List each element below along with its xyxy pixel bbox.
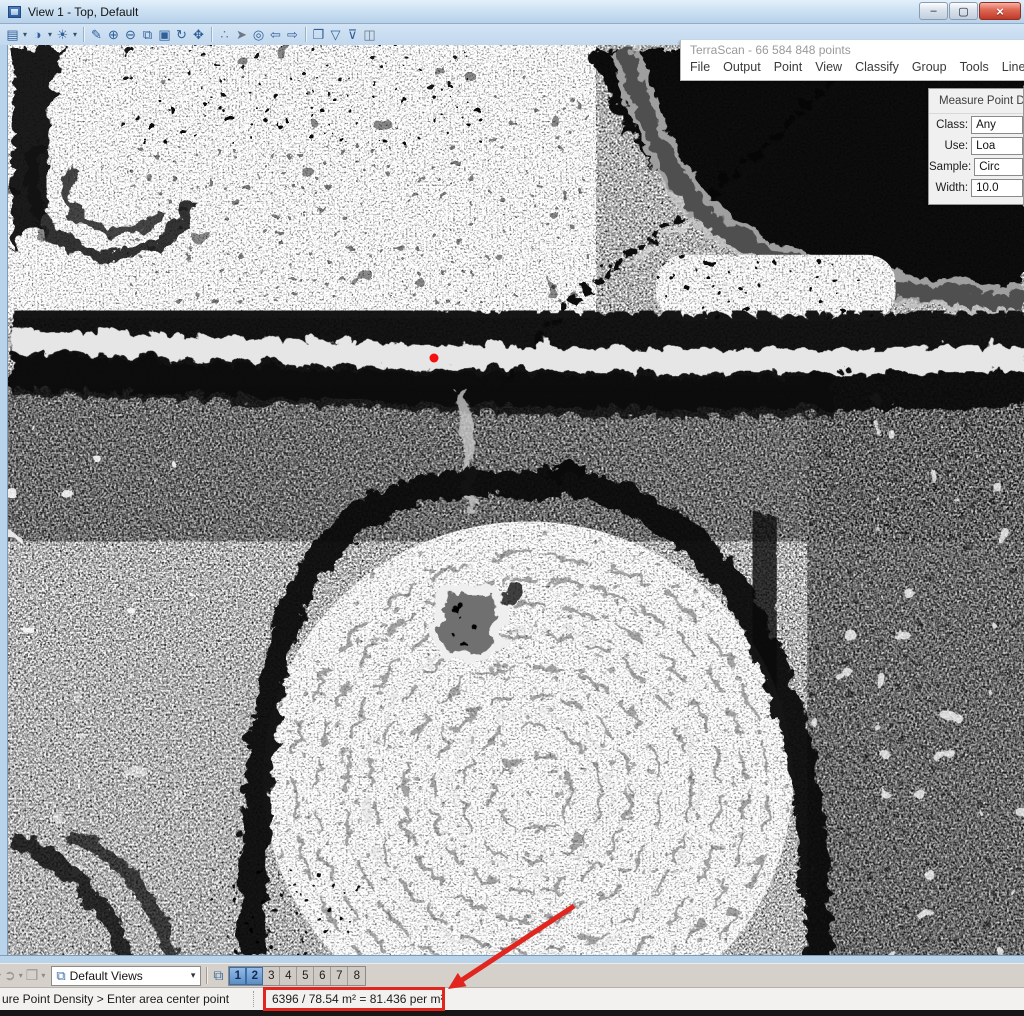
window-frame-bottom-edge (0, 1010, 1024, 1016)
menu-tools[interactable]: Tools (960, 60, 989, 74)
point-cloud-viewport[interactable] (8, 45, 1024, 955)
use-label: Use: (929, 140, 971, 152)
rotate-view-icon[interactable]: ↻ (173, 26, 190, 43)
fit-view-icon[interactable]: ▣ (156, 26, 173, 43)
terrain-image (8, 45, 1024, 955)
sample-dropdown[interactable]: Circ (974, 158, 1023, 176)
menu-classify[interactable]: Classify (855, 60, 899, 74)
view-8-button[interactable]: 8 (348, 967, 365, 985)
copy-view-icon[interactable]: ❐ (310, 26, 327, 43)
dialog-titlebar: Measure Point D (929, 89, 1023, 114)
pan-view-icon[interactable]: ✥ (190, 26, 207, 43)
status-prompt: ure Point Density > Enter area center po… (2, 992, 229, 1006)
view-groups-toolbar: ▾ ➲ ▾ ❒ ▾ ⧉ Default Views ▾ ⧉ 1 2 3 4 5 … (0, 963, 1024, 987)
window-frame-left (0, 45, 8, 955)
terrascan-menu: File Output Point View Classify Group To… (681, 57, 1024, 74)
use-dropdown[interactable]: Loa (971, 137, 1023, 155)
class-label: Class: (929, 119, 971, 131)
adjust-brightness-icon[interactable]: ☀ (54, 26, 71, 43)
clip-mask-icon[interactable]: ⊽ (344, 26, 361, 43)
menu-line[interactable]: Line (1002, 60, 1024, 74)
update-view-icon[interactable]: ✎ (88, 26, 105, 43)
dropdown-caret-icon[interactable]: ▾ (71, 30, 79, 39)
chevron-down-icon: ▾ (191, 970, 196, 981)
view-display-mode-icon[interactable]: ◑ (29, 26, 46, 43)
status-bar: ure Point Density > Enter area center po… (0, 987, 1024, 1010)
annotation-box (263, 987, 445, 1011)
view-group-select[interactable]: ⧉ Default Views ▾ (51, 966, 201, 986)
walk-icon[interactable]: ∴ (216, 26, 233, 43)
menu-point[interactable]: Point (774, 60, 803, 74)
width-field[interactable]: 10.0 (971, 179, 1023, 197)
menu-group[interactable]: Group (912, 60, 947, 74)
view-group-icon: ⧉ (56, 968, 65, 984)
view-1-button[interactable]: 1 (229, 967, 246, 985)
menu-file[interactable]: File (690, 60, 710, 74)
view-number-buttons: 1 2 3 4 5 6 7 8 (228, 966, 366, 986)
clip-volume-icon[interactable]: ▽ (327, 26, 344, 43)
maximize-button[interactable]: ▢ (949, 2, 978, 20)
width-label: Width: (929, 182, 971, 194)
view-previous-icon[interactable]: ⇦ (267, 26, 284, 43)
view-5-button[interactable]: 5 (297, 967, 314, 985)
close-button[interactable]: × (979, 2, 1021, 20)
navigate-view-icon[interactable]: ◎ (250, 26, 267, 43)
zoom-out-icon[interactable]: ⊖ (122, 26, 139, 43)
zoom-in-icon[interactable]: ⊕ (105, 26, 122, 43)
app-screen: { "window": { "title": "View 1 - Top, De… (0, 0, 1024, 1016)
view-toggles-icon[interactable]: ⧉ (213, 967, 223, 984)
titlebar: View 1 - Top, Default – ▢ × (0, 0, 1024, 24)
view-2-button[interactable]: 2 (246, 967, 263, 985)
apply-clip-icon[interactable]: ◫ (361, 26, 378, 43)
measure-point-density-dialog: Measure Point D Class: Any Use: Loa Samp… (928, 88, 1024, 205)
view-4-button[interactable]: 4 (280, 967, 297, 985)
class-dropdown[interactable]: Any (971, 116, 1023, 134)
window-area-icon[interactable]: ⧉ (139, 26, 156, 43)
fly-icon[interactable]: ➤ (233, 26, 250, 43)
view-7-button[interactable]: 7 (331, 967, 348, 985)
minimize-button[interactable]: – (919, 2, 948, 20)
view-group-value: Default Views (70, 969, 191, 983)
window-icon (8, 6, 21, 18)
view-attributes-icon[interactable]: ▤ (4, 26, 21, 43)
back-icon[interactable]: ➲ (4, 967, 16, 984)
terrascan-panel: TerraScan - 66 584 848 points File Outpu… (680, 40, 1024, 81)
menu-view[interactable]: View (815, 60, 842, 74)
view-next-icon[interactable]: ⇨ (284, 26, 301, 43)
dropdown-caret-icon[interactable]: ▾ (46, 30, 54, 39)
view-3-button[interactable]: 3 (263, 967, 280, 985)
terrascan-title: TerraScan - 66 584 848 points (681, 40, 1024, 57)
dropdown-caret-icon[interactable]: ▾ (41, 971, 45, 980)
dropdown-caret-icon[interactable]: ▾ (19, 971, 23, 980)
models-icon[interactable]: ❒ (26, 967, 39, 984)
window-frame-bottom (0, 955, 1024, 963)
dropdown-caret-icon[interactable]: ▾ (0, 971, 1, 980)
menu-output[interactable]: Output (723, 60, 761, 74)
view-6-button[interactable]: 6 (314, 967, 331, 985)
sample-label: Sample: (929, 161, 974, 173)
window-title: View 1 - Top, Default (28, 5, 138, 19)
dropdown-caret-icon[interactable]: ▾ (21, 30, 29, 39)
dialog-title: Measure Point D (939, 95, 1024, 107)
